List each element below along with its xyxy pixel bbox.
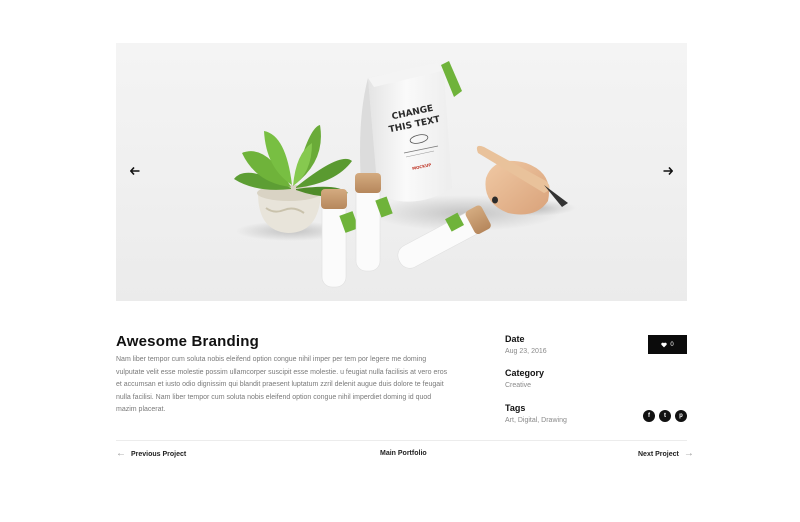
heart-icon — [661, 342, 668, 347]
arrow-left-icon — [130, 167, 140, 175]
facebook-share-button[interactable]: f — [643, 410, 655, 422]
tags-label: Tags — [505, 403, 526, 413]
tags-value[interactable]: Art, Digital, Drawing — [505, 417, 567, 424]
date-label: Date — [505, 334, 525, 344]
slider-prev-arrow[interactable] — [126, 163, 144, 179]
next-project-link[interactable]: Next Project → — [638, 448, 694, 459]
category-label: Category — [505, 368, 545, 378]
date-value: Aug 23, 2016 — [505, 348, 547, 355]
project-image-slider[interactable]: CHANGE THIS TEXT MOCKUP — [116, 43, 687, 301]
facebook-icon: f — [648, 413, 650, 419]
arrow-left-icon: ← — [116, 448, 126, 459]
previous-project-label: Previous Project — [131, 450, 187, 458]
twitter-share-button[interactable]: t — [659, 410, 671, 422]
product-mockup-image: CHANGE THIS TEXT MOCKUP — [234, 61, 576, 288]
pinterest-share-button[interactable]: p — [675, 410, 687, 422]
next-project-label: Next Project — [638, 450, 679, 458]
arrow-right-icon: → — [683, 448, 694, 459]
like-count: 0 — [670, 341, 674, 348]
twitter-icon: t — [664, 413, 666, 419]
main-portfolio-link[interactable]: Main Portfolio — [380, 450, 427, 457]
slider-next-arrow[interactable] — [659, 163, 677, 179]
pinterest-icon: p — [679, 413, 683, 419]
like-button[interactable]: 0 — [648, 335, 687, 354]
project-title: Awesome Branding — [116, 333, 259, 350]
project-description: Nam liber tempor cum soluta nobis eleife… — [116, 356, 448, 413]
arrow-right-icon — [663, 167, 673, 175]
previous-project-link[interactable]: ← Previous Project — [116, 448, 187, 459]
category-value[interactable]: Creative — [505, 382, 531, 389]
main-portfolio-label: Main Portfolio — [380, 450, 427, 457]
divider — [116, 440, 687, 441]
